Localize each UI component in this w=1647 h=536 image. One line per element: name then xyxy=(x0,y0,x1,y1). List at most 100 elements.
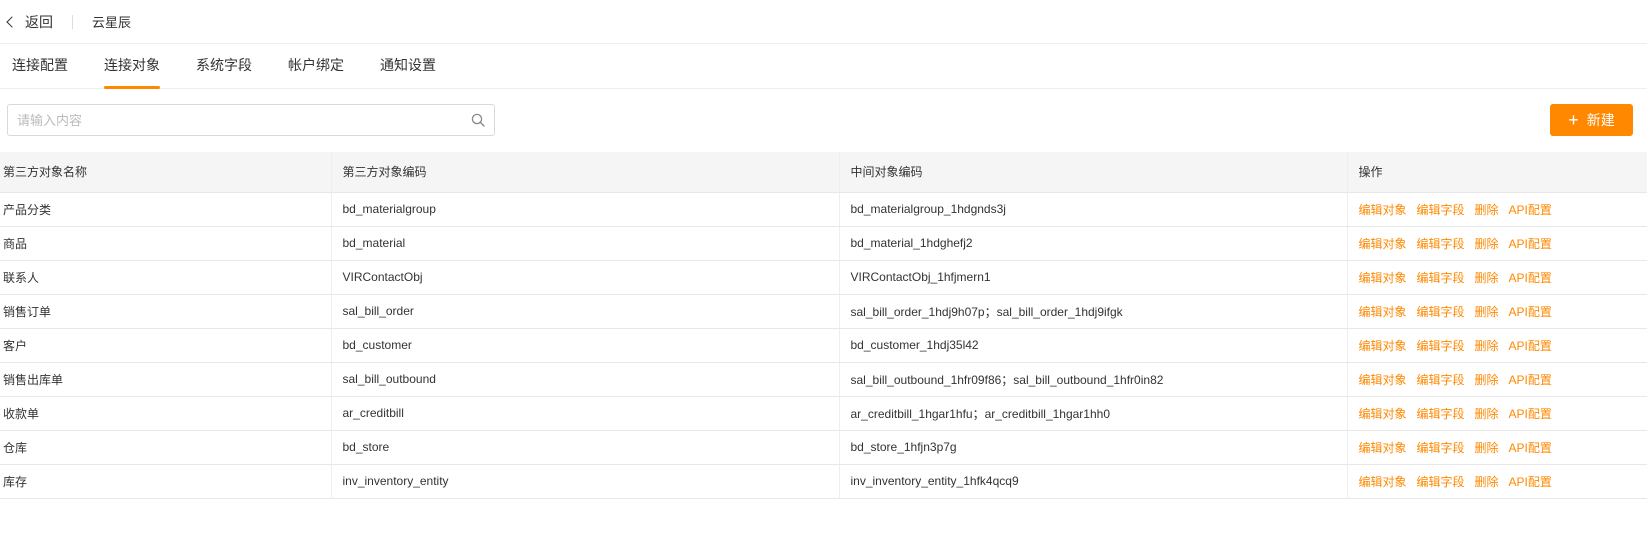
cell-actions: 编辑对象 编辑字段 删除 API配置 xyxy=(1346,192,1647,227)
cell-object-name: 客户 xyxy=(0,328,331,363)
cell-mid-code: VIRContactObj_1hfjmern1 xyxy=(838,260,1347,295)
edit-object-link[interactable]: 编辑对象 xyxy=(1359,305,1407,319)
tab-bar: 连接配置 连接对象 系统字段 帐户绑定 通知设置 xyxy=(0,44,1647,89)
delete-link[interactable]: 删除 xyxy=(1475,305,1499,319)
cell-object-name: 库存 xyxy=(0,464,331,499)
delete-link[interactable]: 删除 xyxy=(1475,237,1499,251)
cell-actions: 编辑对象 编辑字段 删除 API配置 xyxy=(1346,396,1647,431)
column-header-actions: 操作 xyxy=(1346,152,1647,193)
api-config-link[interactable]: API配置 xyxy=(1509,237,1552,251)
table-row: 库存 inv_inventory_entity inv_inventory_enti… xyxy=(0,464,1647,499)
cell-actions: 编辑对象 编辑字段 删除 API配置 xyxy=(1346,430,1647,465)
edit-fields-link[interactable]: 编辑字段 xyxy=(1417,475,1465,489)
back-label: 返回 xyxy=(25,13,53,30)
api-config-link[interactable]: API配置 xyxy=(1509,305,1552,319)
tab-system-fields[interactable]: 系统字段 xyxy=(196,44,252,89)
edit-object-link[interactable]: 编辑对象 xyxy=(1359,271,1407,285)
edit-object-link[interactable]: 编辑对象 xyxy=(1359,203,1407,217)
cell-actions: 编辑对象 编辑字段 删除 API配置 xyxy=(1346,294,1647,329)
delete-link[interactable]: 删除 xyxy=(1475,339,1499,353)
cell-object-name: 销售出库单 xyxy=(0,362,331,397)
table-row: 客户 bd_customer bd_customer_1hdj35l42 编辑对象 编辑… xyxy=(0,328,1647,363)
cell-object-name: 产品分类 xyxy=(0,192,331,227)
table-row: 产品分类 bd_materialgroup bd_materialgroup_1hd… xyxy=(0,192,1647,227)
chevron-left-icon xyxy=(6,16,18,28)
cell-object-name: 商品 xyxy=(0,226,331,261)
api-config-link[interactable]: API配置 xyxy=(1509,441,1552,455)
edit-object-link[interactable]: 编辑对象 xyxy=(1359,237,1407,251)
cell-actions: 编辑对象 编辑字段 删除 API配置 xyxy=(1346,464,1647,499)
cell-actions: 编辑对象 编辑字段 删除 API配置 xyxy=(1346,328,1647,363)
new-button-label: 新建 xyxy=(1586,112,1615,128)
cell-object-code: bd_materialgroup xyxy=(330,192,839,227)
edit-fields-link[interactable]: 编辑字段 xyxy=(1417,203,1465,217)
search-input[interactable] xyxy=(8,105,458,135)
edit-fields-link[interactable]: 编辑字段 xyxy=(1417,305,1465,319)
table-row: 销售订单 sal_bill_order sal_bill_order_1hdj9h0… xyxy=(0,294,1647,329)
table-header-row: 第三方对象名称 第三方对象编码 中间对象编码 操作 xyxy=(0,152,1647,193)
tab-notification-settings[interactable]: 通知设置 xyxy=(380,44,436,89)
app-name: 云星辰 xyxy=(92,15,132,30)
edit-fields-link[interactable]: 编辑字段 xyxy=(1417,237,1465,251)
new-button[interactable]: + 新建 xyxy=(1550,104,1633,136)
cell-mid-code: inv_inventory_entity_1hfk4qcq9 xyxy=(838,464,1347,499)
edit-object-link[interactable]: 编辑对象 xyxy=(1359,441,1407,455)
delete-link[interactable]: 删除 xyxy=(1475,373,1499,387)
api-config-link[interactable]: API配置 xyxy=(1509,203,1552,217)
table-row: 商品 bd_material bd_material_1hdghefj2 编辑对象 编辑… xyxy=(0,226,1647,261)
cell-object-code: inv_inventory_entity xyxy=(330,464,839,499)
edit-fields-link[interactable]: 编辑字段 xyxy=(1417,407,1465,421)
cell-mid-code: ar_creditbill_1hgar1hfu；ar_creditbill_1h… xyxy=(838,396,1347,431)
delete-link[interactable]: 删除 xyxy=(1475,271,1499,285)
tab-connection-objects[interactable]: 连接对象 xyxy=(104,44,160,89)
cell-object-name: 仓库 xyxy=(0,430,331,465)
objects-table: 第三方对象名称 第三方对象编码 中间对象编码 操作 产品分类 bd_materia… xyxy=(0,152,1647,499)
edit-object-link[interactable]: 编辑对象 xyxy=(1359,373,1407,387)
cell-object-code: bd_material xyxy=(330,226,839,261)
cell-object-code: VIRContactObj xyxy=(330,260,839,295)
search-box xyxy=(7,104,495,136)
delete-link[interactable]: 删除 xyxy=(1475,441,1499,455)
cell-object-code: bd_store xyxy=(330,430,839,465)
column-header-name: 第三方对象名称 xyxy=(0,152,331,193)
cell-object-name: 收款单 xyxy=(0,396,331,431)
plus-icon: + xyxy=(1568,110,1579,130)
cell-actions: 编辑对象 编辑字段 删除 API配置 xyxy=(1346,226,1647,261)
top-bar: 返回 云星辰 xyxy=(0,0,1647,44)
table-row: 收款单 ar_creditbill ar_creditbill_1hgar1hfu；… xyxy=(0,396,1647,431)
api-config-link[interactable]: API配置 xyxy=(1509,475,1552,489)
edit-fields-link[interactable]: 编辑字段 xyxy=(1417,373,1465,387)
search-icon[interactable] xyxy=(471,113,485,127)
edit-object-link[interactable]: 编辑对象 xyxy=(1359,339,1407,353)
cell-object-code: sal_bill_order xyxy=(330,294,839,329)
table-row: 联系人 VIRContactObj VIRContactObj_1hfjmern1 编… xyxy=(0,260,1647,295)
edit-object-link[interactable]: 编辑对象 xyxy=(1359,475,1407,489)
api-config-link[interactable]: API配置 xyxy=(1509,407,1552,421)
cell-mid-code: sal_bill_outbound_1hfr09f86；sal_bill_out… xyxy=(838,362,1347,397)
column-header-code: 第三方对象编码 xyxy=(330,152,839,193)
edit-fields-link[interactable]: 编辑字段 xyxy=(1417,271,1465,285)
delete-link[interactable]: 删除 xyxy=(1475,407,1499,421)
cell-actions: 编辑对象 编辑字段 删除 API配置 xyxy=(1346,260,1647,295)
edit-fields-link[interactable]: 编辑字段 xyxy=(1417,339,1465,353)
cell-mid-code: bd_customer_1hdj35l42 xyxy=(838,328,1347,363)
cell-mid-code: bd_materialgroup_1hdgnds3j xyxy=(838,192,1347,227)
cell-actions: 编辑对象 编辑字段 删除 API配置 xyxy=(1346,362,1647,397)
edit-object-link[interactable]: 编辑对象 xyxy=(1359,407,1407,421)
delete-link[interactable]: 删除 xyxy=(1475,203,1499,217)
api-config-link[interactable]: API配置 xyxy=(1509,339,1552,353)
delete-link[interactable]: 删除 xyxy=(1475,475,1499,489)
cell-object-name: 销售订单 xyxy=(0,294,331,329)
table-body: 产品分类 bd_materialgroup bd_materialgroup_1hd… xyxy=(0,192,1647,499)
table-row: 仓库 bd_store bd_store_1hfjn3p7g 编辑对象 编辑字段 删除 AP… xyxy=(0,430,1647,465)
back-button[interactable]: 返回 xyxy=(6,12,53,32)
cell-object-code: ar_creditbill xyxy=(330,396,839,431)
table-row: 销售出库单 sal_bill_outbound sal_bill_outbound_… xyxy=(0,362,1647,397)
cell-object-code: bd_customer xyxy=(330,328,839,363)
api-config-link[interactable]: API配置 xyxy=(1509,271,1552,285)
tab-connection-config[interactable]: 连接配置 xyxy=(12,44,68,89)
edit-fields-link[interactable]: 编辑字段 xyxy=(1417,441,1465,455)
api-config-link[interactable]: API配置 xyxy=(1509,373,1552,387)
tab-account-binding[interactable]: 帐户绑定 xyxy=(288,44,344,89)
cell-mid-code: bd_material_1hdghefj2 xyxy=(838,226,1347,261)
